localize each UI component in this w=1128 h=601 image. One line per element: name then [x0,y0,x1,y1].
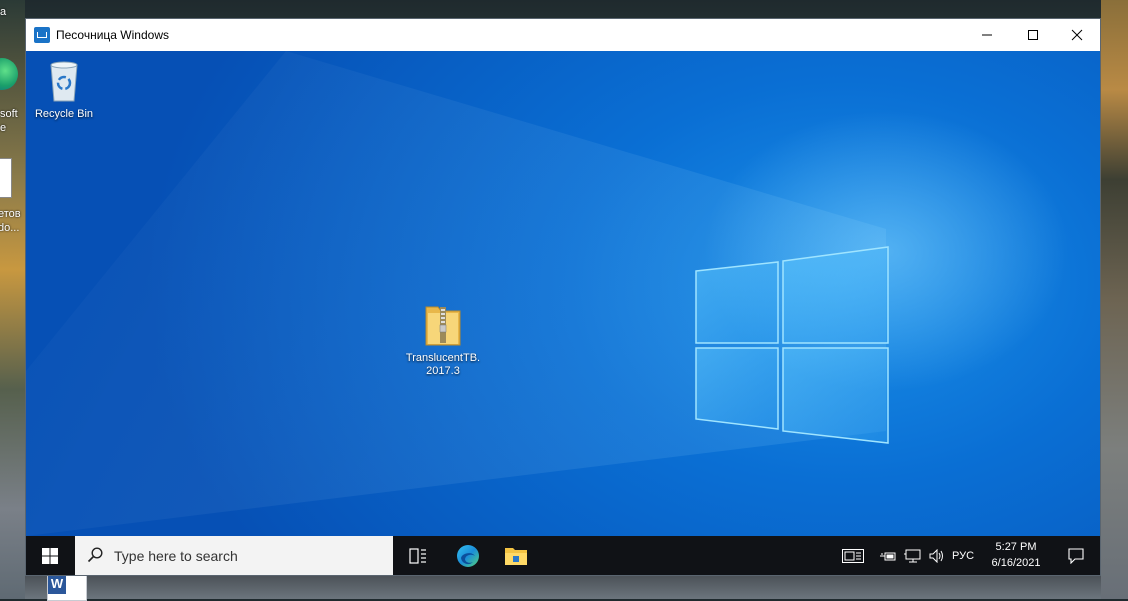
host-label: do... [0,222,20,234]
close-button[interactable] [1054,19,1100,51]
host-desktop-bottom [25,576,1101,599]
tray-battery-button[interactable] [878,536,898,575]
taskbar: Type here to search РУС 5:27 PM 6/16/202… [26,536,1100,575]
edge-taskbar-button[interactable] [444,536,492,575]
desktop-icon-recycle-bin[interactable]: Recycle Bin [26,57,102,121]
word-document-icon[interactable]: W [47,573,87,601]
folder-icon [505,547,527,565]
host-desktop-right [1101,0,1128,599]
desktop-icon-label: TranslucentTB.2017.3 [405,352,481,377]
window-title: Песочница Windows [56,28,169,42]
battery-plug-icon [880,552,896,560]
host-label: soft [0,108,18,120]
desktop-icon-translucenttb[interactable]: TranslucentTB.2017.3 [405,303,481,378]
clock-date: 6/16/2021 [991,557,1041,569]
host-label: e [0,122,7,134]
start-button[interactable] [26,536,74,575]
sandbox-desktop[interactable]: Recycle Bin TranslucentTB.2017.3 [26,51,1100,536]
host-label: етов [0,208,21,220]
taskbar-search-box[interactable]: Type here to search [75,536,393,575]
search-icon [87,547,103,563]
host-label: а [0,6,7,18]
search-placeholder: Type here to search [114,548,238,564]
network-icon [904,549,921,562]
desktop-icon-label: Recycle Bin [34,108,94,120]
volume-icon [929,548,943,563]
tray-display-button[interactable] [838,536,868,575]
input-language-indicator[interactable]: РУС [952,536,974,575]
minimize-icon [982,34,992,36]
clock-time: 5:27 PM [995,541,1037,553]
action-center-button[interactable] [1054,536,1098,575]
tray-network-button[interactable] [902,536,924,575]
close-icon [1071,29,1083,41]
file-explorer-button[interactable] [492,536,540,575]
edge-icon[interactable] [0,58,18,90]
windows-start-icon [42,547,58,564]
edge-icon [457,544,479,567]
tray-volume-button[interactable] [926,536,948,575]
taskbar-clock[interactable]: 5:27 PM 6/16/2021 [986,539,1046,571]
minimize-button[interactable] [964,19,1010,51]
task-view-button[interactable] [394,536,442,575]
notification-icon [1068,547,1084,564]
keyboard-icon [842,548,864,563]
title-bar[interactable]: Песочница Windows [26,19,1100,51]
maximize-icon [1028,30,1038,40]
task-view-icon [409,547,426,564]
document-icon[interactable] [0,158,12,198]
windows-logo-wallpaper [26,51,889,536]
recycle-bin-icon [50,61,78,102]
zip-folder-icon [425,306,461,346]
sandbox-window: Песочница Windows Recycle Bin Translucen… [25,18,1101,576]
sandbox-app-icon [34,27,50,43]
maximize-button[interactable] [1010,19,1056,51]
host-desktop-left: а soft e етов do... [0,0,25,599]
